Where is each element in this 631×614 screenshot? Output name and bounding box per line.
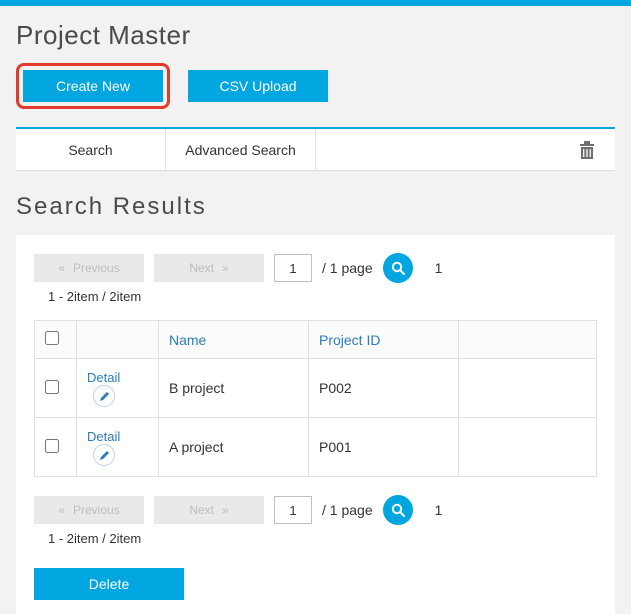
results-title: Search Results xyxy=(16,193,615,221)
detail-link[interactable]: Detail xyxy=(87,370,120,385)
page-number-input-top[interactable] xyxy=(274,254,312,282)
edit-button[interactable] xyxy=(93,444,115,466)
pager-search-button-bottom[interactable] xyxy=(383,495,413,525)
cell-name: B project xyxy=(159,359,309,418)
range-text-bottom: 1 - 2item / 2item xyxy=(48,531,597,546)
header-name[interactable]: Name xyxy=(159,321,309,359)
search-icon xyxy=(390,260,406,276)
header-project-id[interactable]: Project ID xyxy=(309,321,459,359)
next-label: Next xyxy=(189,503,214,517)
prev-glyph: « xyxy=(58,261,65,275)
search-tab-bar: Search Advanced Search xyxy=(16,127,615,171)
delete-button[interactable]: Delete xyxy=(34,568,184,600)
pager-search-button-top[interactable] xyxy=(383,253,413,283)
create-new-button[interactable]: Create New xyxy=(23,70,163,102)
tab-spacer xyxy=(316,129,559,170)
header-checkbox-cell xyxy=(35,321,77,359)
pencil-icon xyxy=(99,391,110,402)
prev-button-bottom[interactable]: « Previous xyxy=(34,496,144,524)
next-glyph: » xyxy=(222,261,229,275)
results-panel: « Previous Next » / 1 page 1 1 - 2item /… xyxy=(16,235,615,614)
result-count-top: 1 xyxy=(435,260,443,276)
results-table: Name Project ID Detail xyxy=(34,320,597,477)
next-button-top[interactable]: Next » xyxy=(154,254,264,282)
select-all-checkbox[interactable] xyxy=(45,331,59,345)
search-icon xyxy=(390,502,406,518)
edit-button[interactable] xyxy=(93,385,115,407)
prev-button-top[interactable]: « Previous xyxy=(34,254,144,282)
next-glyph: » xyxy=(222,503,229,517)
cell-spacer xyxy=(459,359,597,418)
next-button-bottom[interactable]: Next » xyxy=(154,496,264,524)
prev-label: Previous xyxy=(73,503,120,517)
pager-bottom: « Previous Next » / 1 page 1 xyxy=(34,495,597,525)
table-row: Detail B project P002 xyxy=(35,359,597,418)
cell-name: A project xyxy=(159,418,309,477)
detail-link[interactable]: Detail xyxy=(87,429,120,444)
row-checkbox[interactable] xyxy=(45,439,59,453)
range-text-top: 1 - 2item / 2item xyxy=(48,289,597,304)
prev-glyph: « xyxy=(58,503,65,517)
trash-button[interactable] xyxy=(559,129,615,170)
page-number-input-bottom[interactable] xyxy=(274,496,312,524)
pencil-icon xyxy=(99,450,110,461)
trash-icon xyxy=(578,140,596,160)
create-new-highlight: Create New xyxy=(16,63,170,109)
row-checkbox[interactable] xyxy=(45,380,59,394)
page-total-bottom: / 1 page xyxy=(322,502,373,518)
page-total-top: / 1 page xyxy=(322,260,373,276)
table-row: Detail A project P001 xyxy=(35,418,597,477)
cell-project-id: P001 xyxy=(309,418,459,477)
pager-top: « Previous Next » / 1 page 1 xyxy=(34,253,597,283)
cell-spacer xyxy=(459,418,597,477)
cell-project-id: P002 xyxy=(309,359,459,418)
page-title: Project Master xyxy=(16,20,615,51)
tab-search[interactable]: Search xyxy=(16,129,166,170)
prev-label: Previous xyxy=(73,261,120,275)
header-detail-cell xyxy=(77,321,159,359)
tab-advanced-search[interactable]: Advanced Search xyxy=(166,129,316,170)
table-header-row: Name Project ID xyxy=(35,321,597,359)
next-label: Next xyxy=(189,261,214,275)
result-count-bottom: 1 xyxy=(435,502,443,518)
csv-upload-button[interactable]: CSV Upload xyxy=(188,70,328,102)
header-spacer xyxy=(459,321,597,359)
